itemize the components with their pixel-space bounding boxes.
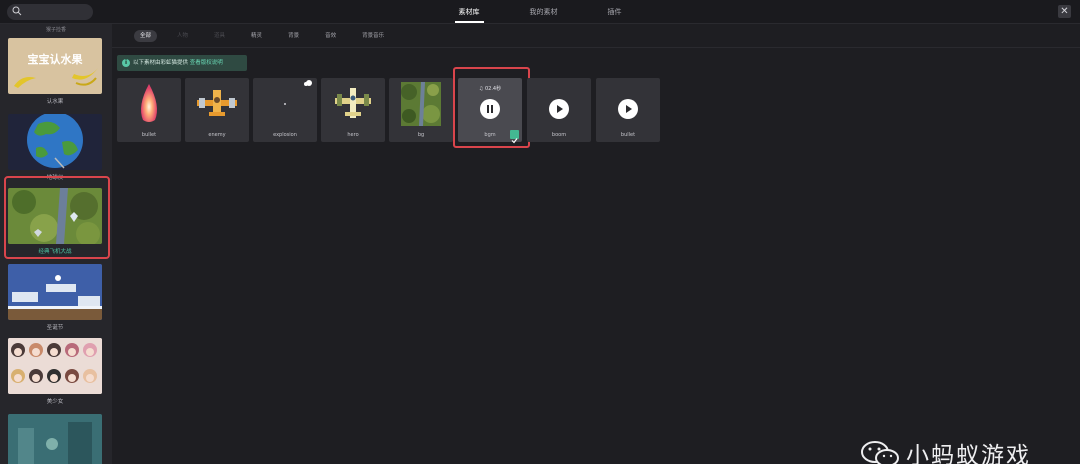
- play-button[interactable]: [618, 99, 638, 119]
- asset-name: boom: [551, 132, 567, 138]
- info-icon: i: [122, 59, 130, 67]
- sidebar-item-label: 圣诞节: [46, 325, 64, 331]
- category-all[interactable]: 全部: [134, 30, 158, 42]
- sidebar-item-label: 美少女: [46, 399, 64, 405]
- asset-name: bullet: [620, 132, 636, 138]
- close-icon: ✕: [1060, 6, 1069, 17]
- category-bar: 全部 人物 道具 精灵 背景 音效 背景音乐: [112, 24, 1080, 48]
- category-sound-effects[interactable]: 音效: [319, 30, 342, 42]
- category-sprites[interactable]: 精灵: [245, 30, 268, 42]
- play-button[interactable]: [549, 99, 569, 119]
- sidebar-item-globe[interactable]: 地球仪: [8, 114, 102, 181]
- category-props[interactable]: 道具: [208, 30, 231, 42]
- copyright-notice: i 以下素材由彩虹猫提供 查看版权说明: [117, 55, 247, 71]
- winter-scene-icon: [8, 264, 102, 320]
- close-button[interactable]: ✕: [1058, 5, 1071, 18]
- sidebar-top-label: 猴子捡香: [45, 27, 66, 33]
- sidebar-item-label: 认水果: [46, 99, 64, 105]
- project-thumbnail: [8, 414, 102, 464]
- asset-name: enemy: [208, 132, 226, 138]
- asset-name: bullet: [141, 132, 157, 138]
- character-grid-icon: [8, 338, 102, 394]
- bullet-sprite-icon: [141, 84, 157, 122]
- project-thumbnail: [8, 338, 102, 394]
- project-thumbnail: 宝宝认水果: [8, 38, 102, 94]
- asset-card-explosion[interactable]: explosion: [253, 78, 317, 142]
- background-map-icon: [401, 82, 441, 126]
- tab-my-materials[interactable]: 我的素材: [522, 0, 566, 24]
- category-backgrounds[interactable]: 背景: [282, 30, 305, 42]
- tab-material-library[interactable]: 素材库: [451, 0, 488, 24]
- highlight-frame: [453, 67, 530, 148]
- asset-card-bullet[interactable]: bullet: [117, 78, 181, 142]
- top-bar: 素材库 我的素材 插件 ✕: [0, 0, 1080, 24]
- play-icon: [557, 105, 563, 113]
- project-thumbnail: [8, 264, 102, 320]
- notice-text: 以下素材由彩虹猫提供: [133, 60, 189, 66]
- sidebar-item-christmas[interactable]: 圣诞节: [8, 264, 102, 331]
- explosion-sprite-icon: [284, 80, 312, 105]
- hero-plane-icon: [335, 88, 371, 118]
- sidebar-item-fruit[interactable]: 宝宝认水果 认水果: [8, 38, 102, 105]
- asset-name: explosion: [273, 132, 297, 138]
- main-tabs: 素材库 我的素材 插件: [0, 0, 1080, 24]
- tab-plugins[interactable]: 插件: [600, 0, 630, 24]
- globe-icon: [27, 114, 83, 169]
- asset-card-bullet-audio[interactable]: bullet: [596, 78, 660, 142]
- project-thumbnail: [8, 114, 102, 170]
- copyright-link[interactable]: 查看版权说明: [190, 60, 223, 66]
- asset-name: bg: [417, 132, 425, 138]
- category-background-music[interactable]: 背景音乐: [356, 30, 390, 42]
- asset-card-enemy[interactable]: enemy: [185, 78, 249, 142]
- scene-icon: [8, 414, 102, 464]
- asset-card-bg[interactable]: bg: [389, 78, 453, 142]
- banana-icon: [14, 68, 98, 88]
- asset-card-hero[interactable]: hero: [321, 78, 385, 142]
- wechat-icon: [861, 441, 899, 464]
- selection-highlight-frame: [4, 176, 110, 259]
- asset-name: hero: [347, 132, 359, 138]
- enemy-plane-icon: [197, 90, 237, 116]
- sidebar-item-partial[interactable]: [8, 414, 102, 464]
- wechat-watermark: 小蚂蚁游戏: [860, 438, 1031, 464]
- play-icon: [626, 105, 632, 113]
- sidebar-item-girls[interactable]: 美少女: [8, 338, 102, 405]
- category-characters[interactable]: 人物: [171, 30, 194, 42]
- watermark-text: 小蚂蚁游戏: [906, 443, 1031, 464]
- asset-card-boom[interactable]: boom: [527, 78, 591, 142]
